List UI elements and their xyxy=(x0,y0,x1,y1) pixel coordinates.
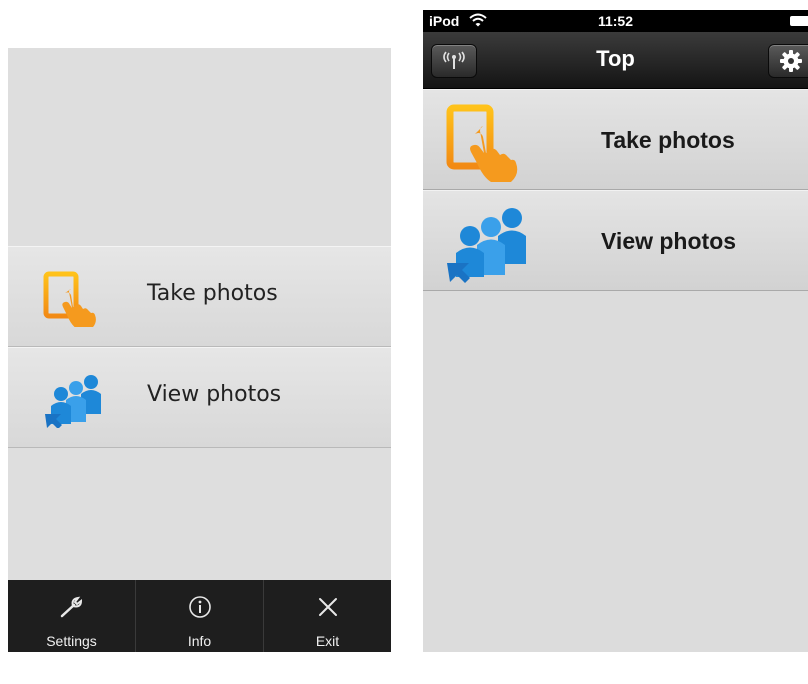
android-view-photos-item[interactable]: View photos xyxy=(8,347,391,448)
settings-gear-button[interactable] xyxy=(768,44,808,78)
ios-take-photos-item[interactable]: Take photos xyxy=(423,89,808,190)
nav-title: Top xyxy=(596,46,635,71)
android-bottom-bar: Settings Info Exit xyxy=(8,580,391,652)
ios-menu-list: Take photos View photos xyxy=(423,89,808,291)
android-take-photos-item[interactable]: Take photos xyxy=(8,246,391,347)
android-menu-list: Take photos View photos xyxy=(8,246,391,448)
view-photos-label: View photos xyxy=(601,228,737,254)
take-photos-icon xyxy=(446,104,518,182)
info-button[interactable]: Info xyxy=(136,580,264,652)
status-bar: iPod 11:52 xyxy=(423,10,808,32)
ios-screen: iPod 11:52 Top Take photos View photos xyxy=(423,10,808,652)
android-screen: Take photos View photos Settings Info Ex… xyxy=(8,48,391,652)
take-photos-icon xyxy=(43,271,96,327)
take-photos-label: Take photos xyxy=(601,127,735,153)
view-photos-icon xyxy=(45,375,101,428)
view-photos-icon xyxy=(447,208,526,283)
view-photos-label: View photos xyxy=(147,382,282,407)
exit-label: Exit xyxy=(315,633,340,649)
status-time: 11:52 xyxy=(597,13,634,29)
settings-label: Settings xyxy=(46,633,97,649)
info-label: Info xyxy=(187,633,212,649)
ios-view-photos-item[interactable]: View photos xyxy=(423,190,808,291)
take-photos-label: Take photos xyxy=(147,281,278,306)
gear-icon xyxy=(780,50,802,72)
battery-icon xyxy=(790,16,808,26)
exit-button[interactable]: Exit xyxy=(264,580,391,652)
info-icon xyxy=(188,596,211,618)
nav-bar: Top xyxy=(423,32,808,89)
settings-button[interactable]: Settings xyxy=(8,580,136,652)
wrench-icon xyxy=(60,596,82,618)
close-icon xyxy=(318,598,337,616)
